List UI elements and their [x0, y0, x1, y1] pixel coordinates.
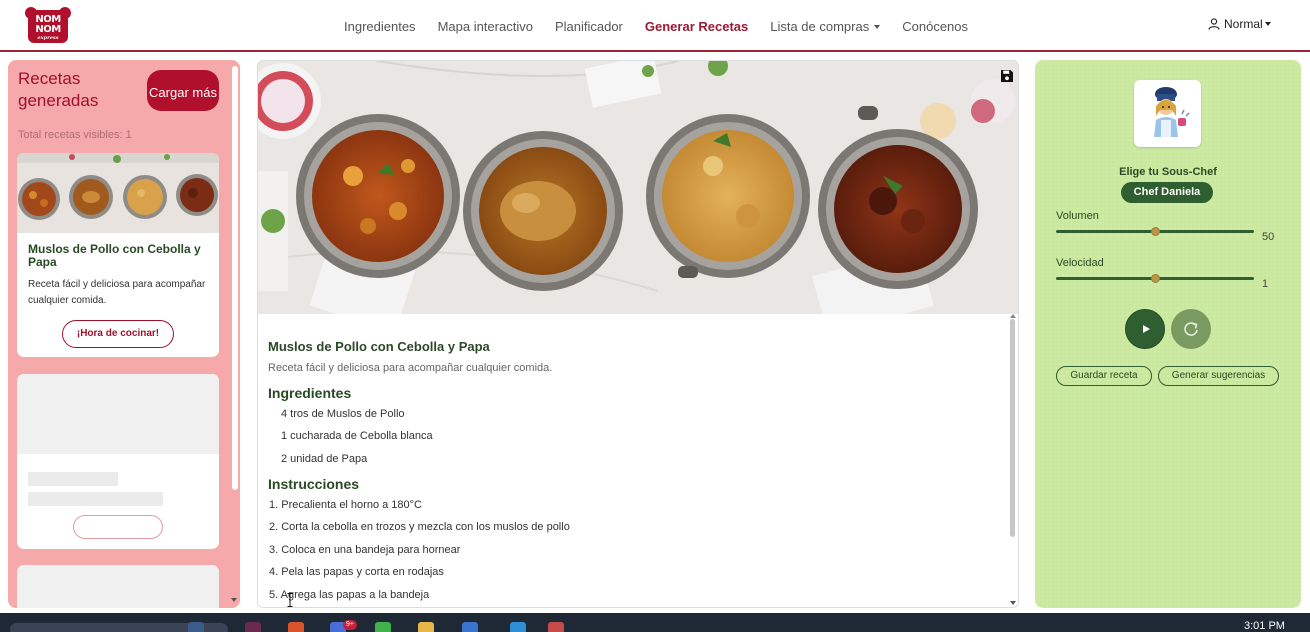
recipe-card-image [17, 153, 219, 233]
nav-link-ingredientes[interactable]: Ingredientes [344, 19, 416, 34]
ingredient-item: 1 cucharada de Cebolla blanca [281, 430, 433, 442]
placeholder-line [28, 472, 118, 486]
volume-value: 50 [1262, 231, 1275, 243]
save-recipe-button[interactable]: Guardar receta [1056, 366, 1152, 386]
placeholder-line [28, 492, 163, 506]
generated-recipes-panel: Recetas generadas Cargar más Total recet… [8, 60, 240, 608]
nav-link-lista-de-compras-label: Lista de compras [770, 18, 870, 34]
taskbar-app-icon[interactable] [188, 622, 204, 632]
recipe-title: Muslos de Pollo con Cebolla y Papa [268, 339, 490, 354]
restart-icon [1184, 322, 1198, 336]
recipe-card-description: Receta fácil y deliciosa para acompañar … [28, 279, 206, 306]
placeholder-image [17, 374, 219, 454]
chef-name-badge[interactable]: Chef Daniela [1121, 182, 1213, 203]
instruction-step: 4. Pela las papas y corta en rodajas [269, 566, 444, 578]
scrollbar[interactable] [232, 66, 238, 490]
ingredient-item: 4 tros de Muslos de Pollo [281, 408, 405, 420]
placeholder-image [17, 565, 219, 608]
taskbar-app-icon[interactable] [548, 622, 564, 632]
placeholder-button [73, 515, 163, 539]
scroll-up-arrow-icon[interactable] [1010, 314, 1016, 318]
play-button[interactable] [1125, 309, 1165, 349]
scroll-down-arrow-icon[interactable] [231, 598, 237, 602]
instruction-step: 5. Agrega las papas a la bandeja [269, 589, 430, 601]
top-navbar: NOM NOM express Ingredientes Mapa intera… [0, 0, 1310, 52]
nav-link-generar-recetas[interactable]: Generar Recetas [645, 19, 748, 34]
nav-link-mapa-interactivo[interactable]: Mapa interactivo [438, 19, 533, 34]
sous-chef-panel: Elige tu Sous-Chef Chef Daniela Volumen … [1035, 60, 1301, 608]
recipe-detail-panel: Muslos de Pollo con Cebolla y Papa Recet… [257, 60, 1019, 608]
floppy-disk-icon[interactable] [1000, 68, 1014, 87]
volume-label: Volumen [1056, 210, 1099, 222]
taskbar-clock: 3:01 PM [1244, 620, 1285, 632]
panel-title: Recetas generadas [18, 69, 99, 110]
ingredient-item: 2 unidad de Papa [281, 453, 368, 465]
recipe-hero-image [258, 61, 1018, 314]
volume-slider-thumb[interactable] [1150, 227, 1160, 236]
choose-sous-chef-label: Elige tu Sous-Chef [1119, 166, 1217, 178]
instructions-heading: Instrucciones [268, 476, 360, 492]
recipe-card-placeholder [17, 374, 219, 549]
ingredients-heading: Ingredientes [268, 385, 352, 401]
chef-avatar[interactable] [1134, 80, 1201, 147]
generate-suggestions-button[interactable]: Generar sugerencias [1158, 366, 1279, 386]
restart-button[interactable] [1171, 309, 1211, 349]
taskbar-app-icon[interactable] [462, 622, 478, 632]
text-cursor-icon [287, 593, 293, 607]
recipe-card-title: Muslos de Pollo con Cebolla y Papa [28, 242, 201, 269]
nav-link-lista-de-compras[interactable]: Lista de compras [770, 18, 881, 34]
load-more-button[interactable]: Cargar más [147, 70, 219, 111]
chevron-down-icon [874, 25, 881, 30]
speed-slider[interactable] [1056, 274, 1254, 283]
visible-recipes-count: Total recetas visibles: 1 [18, 129, 132, 141]
recipe-description: Receta fácil y deliciosa para acompañar … [268, 362, 553, 374]
nav-link-planificador[interactable]: Planificador [555, 19, 623, 34]
recipe-card-placeholder [17, 565, 219, 608]
whatsapp-icon[interactable] [375, 622, 391, 632]
instruction-step: 2. Corta la cebolla en trozos y mezcla c… [269, 521, 570, 533]
scrollbar[interactable] [1010, 319, 1015, 537]
recipe-content: Muslos de Pollo con Cebolla y Papa Recet… [258, 314, 1018, 607]
speed-slider-thumb[interactable] [1150, 274, 1160, 283]
nomnom-logo[interactable]: NOM NOM express [25, 7, 71, 43]
scroll-down-arrow-icon[interactable] [1010, 601, 1016, 605]
cook-now-button[interactable]: ¡Hora de cocinar! [62, 320, 174, 348]
instruction-step: 1. Precalienta el horno a 180°C [269, 499, 422, 511]
chevron-down-icon [1264, 22, 1271, 26]
notification-badge: 9+ [343, 620, 357, 630]
nav-link-conocenos[interactable]: Conócenos [902, 19, 968, 34]
nav-links: Ingredientes Mapa interactivo Planificad… [333, 0, 979, 52]
taskbar-app-icon[interactable] [288, 622, 304, 632]
speed-value: 1 [1262, 278, 1269, 290]
instruction-step: 3. Coloca en una bandeja para hornear [269, 544, 461, 556]
speed-label: Velocidad [1056, 257, 1104, 269]
user-icon [1208, 18, 1220, 30]
user-menu[interactable]: Normal [1208, 17, 1271, 31]
volume-slider[interactable] [1056, 227, 1254, 236]
folder-icon[interactable] [418, 622, 434, 632]
taskbar-app-icon[interactable] [245, 622, 261, 632]
user-menu-label: Normal [1224, 17, 1263, 31]
vscode-icon[interactable] [510, 622, 526, 632]
recipe-card[interactable]: Muslos de Pollo con Cebolla y Papa Recet… [17, 153, 219, 357]
